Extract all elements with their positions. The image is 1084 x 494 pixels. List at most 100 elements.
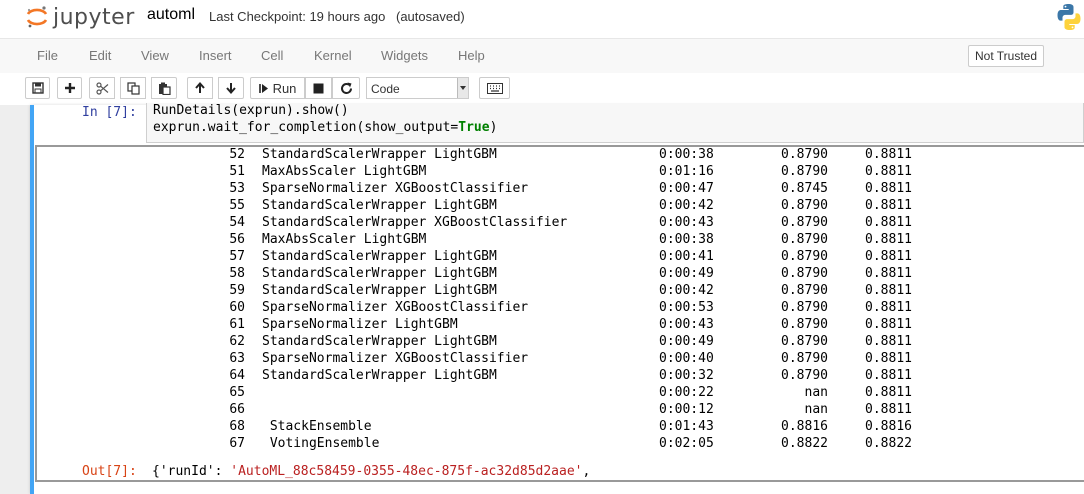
iteration-cell: 60 <box>229 300 245 315</box>
duration-cell: 0:00:42 <box>659 198 714 213</box>
metric-cell: nan <box>804 402 828 417</box>
output-row: 59 StandardScalerWrapper LightGBM 0:00:42 0… <box>37 283 1077 300</box>
insert-cell-button[interactable] <box>57 77 82 99</box>
iteration-cell: 67 <box>229 436 245 451</box>
restart-kernel-button[interactable] <box>332 77 360 99</box>
best-cell: 0.8811 <box>865 249 912 264</box>
metric-cell: 0.8790 <box>781 300 828 315</box>
metric-cell: 0.8816 <box>781 419 828 434</box>
duration-cell: 0:00:12 <box>659 402 714 417</box>
cell-type-select[interactable]: Code <box>366 77 469 99</box>
iteration-cell: 61 <box>229 317 245 332</box>
pipeline-cell: StandardScalerWrapper LightGBM <box>262 368 497 383</box>
duration-cell: 0:00:38 <box>659 147 714 162</box>
command-palette-button[interactable] <box>479 77 510 99</box>
interrupt-kernel-button[interactable] <box>305 77 332 99</box>
menu-file[interactable]: File <box>37 48 58 63</box>
input-prompt: In [7]: <box>82 105 137 120</box>
best-cell: 0.8811 <box>865 402 912 417</box>
best-cell: 0.8811 <box>865 164 912 179</box>
duration-cell: 0:00:38 <box>659 232 714 247</box>
paste-button[interactable] <box>151 77 177 99</box>
stop-icon <box>313 83 324 93</box>
cell-type-value: Code <box>371 82 400 96</box>
output-row: 65 0:00:22 nan 0.8811 <box>37 385 1077 402</box>
metric-cell: 0.8790 <box>781 215 828 230</box>
duration-cell: 0:00:49 <box>659 266 714 281</box>
metric-cell: 0.8790 <box>781 266 828 281</box>
move-down-button[interactable] <box>218 77 244 99</box>
iteration-cell: 51 <box>229 164 245 179</box>
jupyter-logo-icon <box>26 6 48 28</box>
menubar: File Edit View Insert Cell Kernel Widget… <box>0 38 1084 74</box>
save-button[interactable] <box>25 77 50 99</box>
output-row: 52 StandardScalerWrapper LightGBM 0:00:38 0… <box>37 147 1077 164</box>
jupyter-logo[interactable]: jupyter <box>25 3 135 31</box>
refresh-icon <box>340 82 352 94</box>
duration-cell: 0:01:43 <box>659 419 714 434</box>
jupyter-logo-text: jupyter <box>53 4 135 30</box>
pipeline-cell: StandardScalerWrapper LightGBM <box>262 334 497 349</box>
run-button[interactable]: Run <box>250 77 305 99</box>
output-row: 61 SparseNormalizer LightGBM 0:00:43 0.8790… <box>37 317 1077 334</box>
menu-edit[interactable]: Edit <box>89 48 111 63</box>
best-cell: 0.8811 <box>865 215 912 230</box>
chevron-down-icon[interactable] <box>457 78 468 98</box>
output-area[interactable]: 52 StandardScalerWrapper LightGBM 0:00:38 0… <box>35 145 1084 482</box>
save-icon <box>31 82 44 94</box>
menu-widgets[interactable]: Widgets <box>381 48 428 63</box>
cut-button[interactable] <box>89 77 115 99</box>
pipeline-cell: StandardScalerWrapper LightGBM <box>262 198 497 213</box>
menu-view[interactable]: View <box>141 48 169 63</box>
metric-cell: nan <box>804 385 828 400</box>
iteration-cell: 52 <box>229 147 245 162</box>
duration-cell: 0:00:41 <box>659 249 714 264</box>
metric-cell: 0.8790 <box>781 232 828 247</box>
code-line: exprun.wait_for_completion(show_output=T… <box>153 120 497 135</box>
duration-cell: 0:00:43 <box>659 317 714 332</box>
autosave-status: (autosaved) <box>396 9 465 24</box>
arrow-up-icon <box>195 82 205 93</box>
output-result: {'runId': 'AutoML_88c58459-0355-48ec-875… <box>152 464 590 479</box>
duration-cell: 0:00:47 <box>659 181 714 196</box>
iteration-cell: 55 <box>229 198 245 213</box>
pipeline-cell: SparseNormalizer XGBoostClassifier <box>262 181 529 196</box>
copy-button[interactable] <box>120 77 146 99</box>
best-cell: 0.8811 <box>865 351 912 366</box>
duration-cell: 0:00:53 <box>659 300 714 315</box>
output-text: {'runId': <box>152 464 231 479</box>
iteration-cell: 66 <box>229 402 245 417</box>
metric-cell: 0.8790 <box>781 164 828 179</box>
pipeline-cell: StandardScalerWrapper XGBoostClassifier <box>262 215 568 230</box>
duration-cell: 0:00:40 <box>659 351 714 366</box>
notebook-name[interactable]: automl <box>147 6 195 24</box>
best-cell: 0.8811 <box>865 266 912 281</box>
code-editor[interactable]: RunDetails(exprun).show() exprun.wait_fo… <box>146 103 1084 143</box>
menu-kernel[interactable]: Kernel <box>314 48 352 63</box>
menu-insert[interactable]: Insert <box>199 48 232 63</box>
metric-cell: 0.8790 <box>781 249 828 264</box>
best-cell: 0.8811 <box>865 181 912 196</box>
iteration-cell: 53 <box>229 181 245 196</box>
trust-indicator-button[interactable]: Not Trusted <box>968 45 1045 67</box>
metric-cell: 0.8790 <box>781 283 828 298</box>
iteration-cell: 65 <box>229 385 245 400</box>
duration-cell: 0:00:42 <box>659 283 714 298</box>
pipeline-cell: StandardScalerWrapper LightGBM <box>262 249 497 264</box>
output-row: 64 StandardScalerWrapper LightGBM 0:00:32 0… <box>37 368 1077 385</box>
menu-help[interactable]: Help <box>458 48 485 63</box>
best-cell: 0.8811 <box>865 147 912 162</box>
move-up-button[interactable] <box>187 77 213 99</box>
metric-cell: 0.8745 <box>781 181 828 196</box>
menu-cell[interactable]: Cell <box>261 48 283 63</box>
code-text: ) <box>489 120 498 135</box>
iteration-cell: 58 <box>229 266 245 281</box>
output-row: 57 StandardScalerWrapper LightGBM 0:00:41 0… <box>37 249 1077 266</box>
pipeline-cell: VotingEnsemble <box>262 436 380 451</box>
duration-cell: 0:00:43 <box>659 215 714 230</box>
scissors-icon <box>95 81 108 95</box>
output-row: 56 MaxAbsScaler LightGBM 0:00:38 0.8790 0.88… <box>37 232 1077 249</box>
code-text: exprun.wait_for_completion(show_output= <box>153 120 459 135</box>
output-prompt: Out[7]: <box>82 464 137 479</box>
best-cell: 0.8811 <box>865 300 912 315</box>
